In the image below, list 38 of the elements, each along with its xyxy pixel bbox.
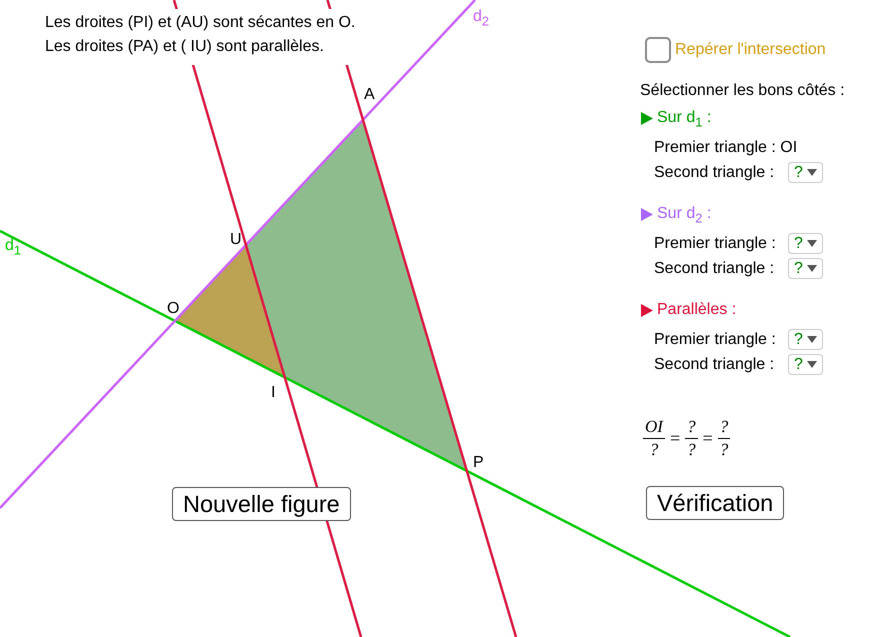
dropdown[interactable]: ? [788, 329, 823, 350]
row-label: Premier triangle : [654, 234, 777, 252]
row-label: Second triangle : [654, 260, 776, 278]
new-figure-button[interactable]: Nouvelle figure [172, 487, 351, 521]
row-label: Second triangle : [654, 356, 776, 374]
section-title: Sur d$_{2}$ : [657, 204, 712, 224]
fraction-denominator: ? [643, 438, 665, 460]
row-label: Second triangle : [654, 164, 776, 182]
section-title: Sur d$_{1}$ : [657, 108, 712, 128]
caret-icon [806, 169, 817, 176]
caret-icon [806, 240, 817, 247]
check-button[interactable]: Vérification [646, 486, 784, 520]
fraction-denominator: ? [685, 438, 698, 460]
fraction-numerator: OI [644, 417, 664, 438]
row-label: Premier triangle : OI [654, 138, 798, 156]
fraction-numerator: ? [686, 417, 697, 438]
dropdown[interactable]: ? [788, 162, 823, 183]
dropdown[interactable]: ? [788, 233, 823, 254]
dropdown[interactable]: ? [788, 258, 823, 279]
checkbox[interactable] [645, 37, 671, 63]
point-label: O [167, 300, 180, 318]
row-label: Premier triangle : [654, 330, 777, 348]
fraction-numerator: ? [718, 417, 730, 438]
line-label: d$_{1}$ [5, 237, 22, 255]
point-label: A [364, 86, 375, 104]
point-label: P [473, 454, 484, 472]
caret-icon [806, 265, 817, 272]
equals-sign: = [702, 428, 713, 449]
dropdown[interactable]: ? [788, 354, 823, 375]
instruction-text: Sélectionner les bons côtés : [640, 81, 845, 101]
line-label: d$_{2}$ [473, 8, 490, 26]
caret-icon [806, 336, 817, 343]
caret-icon [806, 361, 817, 368]
point-label: U [230, 231, 242, 249]
point-label: I [271, 384, 276, 402]
equals-sign: = [670, 428, 680, 449]
fraction-denominator: ? [718, 438, 730, 460]
section-title: Parallèles : [657, 300, 736, 320]
